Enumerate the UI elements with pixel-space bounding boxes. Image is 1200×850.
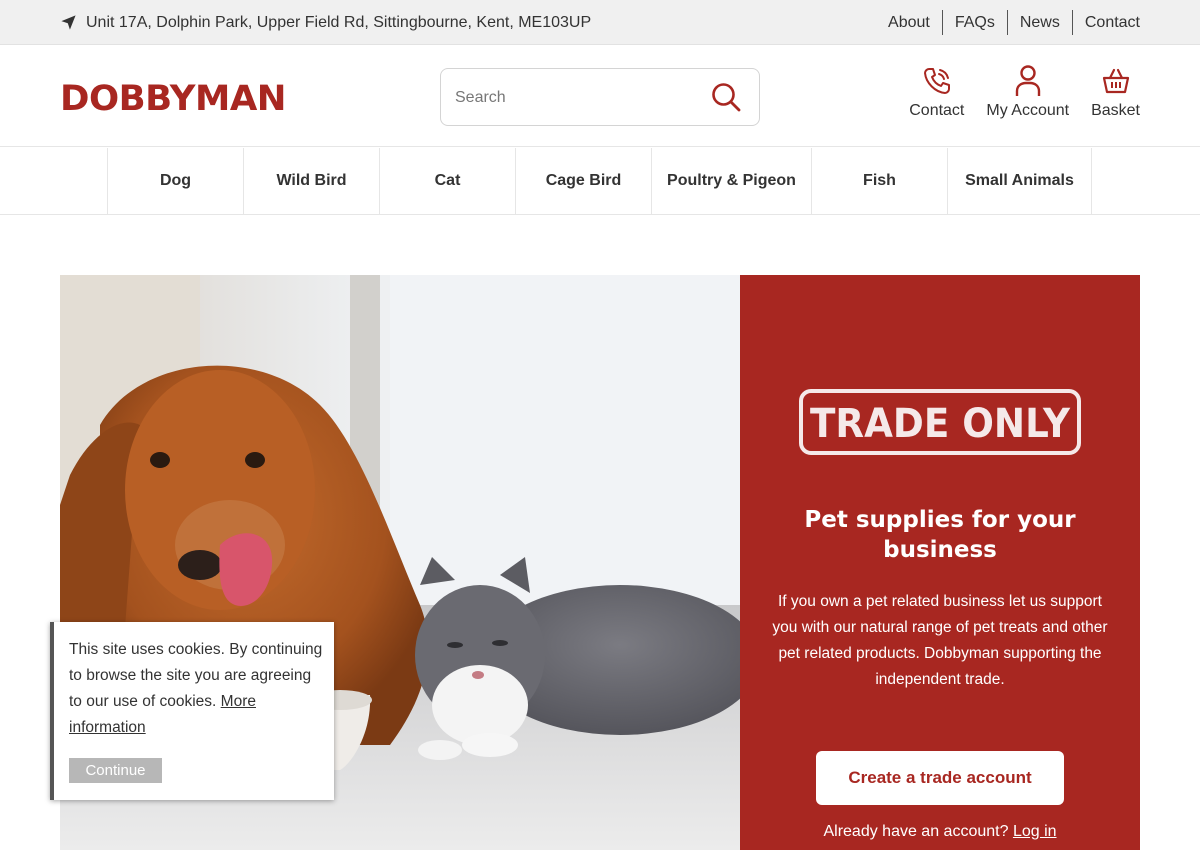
search-icon [712,83,741,112]
basket-icon [1102,68,1129,94]
header-actions: Contact My Account Basket [909,64,1140,120]
nav-item-fish[interactable]: Fish [811,148,947,214]
top-links: About FAQs News Contact [876,10,1140,35]
category-nav: Dog Wild Bird Cat Cage Bird Poultry & Pi… [0,148,1200,215]
search-input[interactable] [455,83,705,113]
cookie-continue-button[interactable]: Continue [69,758,162,783]
nav-item-cat[interactable]: Cat [379,148,515,214]
top-link-news[interactable]: News [1006,10,1072,35]
cookie-text: This site uses cookies. By continuing to… [69,641,323,710]
panel-heading: Pet supplies for your business [804,507,1076,563]
nav-item-poultry-pigeon[interactable]: Poultry & Pigeon [651,148,811,214]
my-account-button[interactable]: My Account [986,64,1069,120]
nav-item-wild-bird[interactable]: Wild Bird [243,148,379,214]
nav-item-small-animals[interactable]: Small Animals [947,148,1092,214]
basket-button[interactable]: Basket [1091,64,1140,120]
panel-description: If you own a pet related business let us… [772,593,1108,688]
search-box [440,68,760,126]
store-address: Unit 17A, Dolphin Park, Upper Field Rd, … [60,0,591,45]
site-logo[interactable]: DOBBYMAN [60,79,290,122]
top-link-about[interactable]: About [876,10,942,35]
create-trade-account-button[interactable]: Create a trade account [816,751,1064,805]
svg-text:DOBBYMAN: DOBBYMAN [60,79,286,115]
my-account-label: My Account [986,102,1070,119]
phone-icon [923,68,950,94]
dobbyman-logo: DOBBYMAN [60,79,287,119]
trade-only-stamp: TRADE ONLY [799,389,1081,455]
cookie-message: This site uses cookies. By continuing to… [69,637,324,741]
basket-label: Basket [1091,102,1140,119]
search-button[interactable] [711,82,741,112]
nav-item-dog[interactable]: Dog [107,148,243,214]
trade-panel: TRADE ONLY Pet supplies for your busines… [740,275,1140,850]
top-link-contact[interactable]: Contact [1071,10,1140,35]
contact-label: Contact [909,102,965,119]
top-bar: Unit 17A, Dolphin Park, Upper Field Rd, … [0,0,1200,45]
contact-button[interactable]: Contact [909,64,964,120]
user-icon [1015,65,1040,96]
address-text: Unit 17A, Dolphin Park, Upper Field Rd, … [86,13,592,31]
nav-item-cage-bird[interactable]: Cage Bird [515,148,651,214]
cookie-notice: This site uses cookies. By continuing to… [50,622,334,800]
login-prompt: Already have an account? Log in [740,823,1140,841]
top-link-faqs[interactable]: FAQs [941,10,1007,35]
svg-text:TRADE ONLY: TRADE ONLY [810,401,1071,447]
login-link[interactable]: Log in [1013,823,1057,840]
login-prompt-text: Already have an account? [823,823,1009,840]
site-header: DOBBYMAN Contact My Account [0,46,1200,147]
location-arrow-icon [61,15,76,30]
